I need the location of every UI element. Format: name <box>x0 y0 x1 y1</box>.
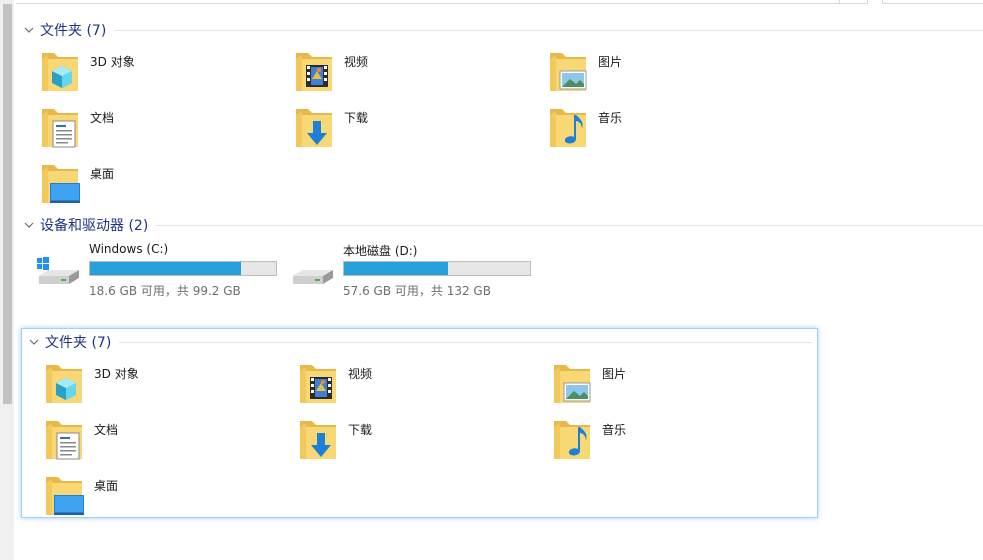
desktop-folder-icon <box>40 161 80 203</box>
folder-label: 文档 <box>94 423 119 437</box>
downloads-folder-icon <box>298 417 338 461</box>
folder-label: 下载 <box>348 423 373 437</box>
folder-item[interactable]: 桌面 <box>44 473 284 523</box>
3d-objects-folder-icon <box>44 361 84 405</box>
scrollbar-thumb[interactable] <box>3 4 12 404</box>
section-divider <box>114 29 983 31</box>
folder-item[interactable]: 视频 <box>294 49 534 99</box>
music-folder-icon <box>548 105 588 149</box>
section-title: 设备和驱动器 (2) <box>40 218 149 234</box>
navigation-scrollbar[interactable] <box>0 0 14 560</box>
folder-label: 图片 <box>602 367 627 381</box>
chevron-down-icon[interactable] <box>22 218 36 232</box>
drive-usage-bar <box>89 261 277 276</box>
chevron-down-icon[interactable] <box>22 23 36 37</box>
3d-objects-folder-icon <box>40 49 80 93</box>
section-header-drives[interactable]: 设备和驱动器 (2) <box>22 215 983 235</box>
drive-c[interactable]: Windows (C:) 18.6 GB 可用，共 99.2 GB <box>35 242 285 298</box>
pictures-folder-icon <box>552 361 591 405</box>
folder-label: 下载 <box>344 111 369 125</box>
toolbar-edge <box>0 0 983 4</box>
documents-folder-icon <box>40 105 80 148</box>
videos-folder-icon <box>298 361 338 405</box>
section-title: 文件夹 (7) <box>40 23 107 39</box>
folder-label: 图片 <box>598 55 623 69</box>
folder-item[interactable]: 音乐 <box>548 105 788 155</box>
address-bar[interactable] <box>16 0 840 4</box>
section-header-folders-2[interactable]: 文件夹 (7) <box>27 332 812 352</box>
folder-label: 3D 对象 <box>90 55 135 69</box>
refresh-button[interactable] <box>840 0 868 4</box>
folder-label: 音乐 <box>602 423 627 437</box>
folder-label: 视频 <box>344 55 369 69</box>
folder-label: 桌面 <box>90 167 115 181</box>
section-divider <box>119 341 812 343</box>
folder-item[interactable]: 3D 对象 <box>44 361 284 411</box>
folder-label: 音乐 <box>598 111 623 125</box>
folder-item[interactable]: 下载 <box>298 417 538 467</box>
folder-label: 桌面 <box>94 479 119 493</box>
section-title: 文件夹 (7) <box>45 335 112 351</box>
folder-label: 视频 <box>348 367 373 381</box>
drive-name: Windows (C:) <box>89 242 169 256</box>
folder-item[interactable]: 音乐 <box>552 417 792 467</box>
folder-label: 文档 <box>90 111 115 125</box>
folder-item[interactable]: 下载 <box>294 105 534 155</box>
section-header-folders[interactable]: 文件夹 (7) <box>22 20 983 40</box>
chevron-down-icon[interactable] <box>27 335 41 349</box>
drive-usage-fill <box>344 262 449 275</box>
desktop-folder-icon <box>44 473 84 515</box>
drive-d[interactable]: 本地磁盘 (D:) 57.6 GB 可用，共 132 GB <box>289 242 539 298</box>
folder-item[interactable]: 3D 对象 <box>40 49 280 99</box>
documents-folder-icon <box>44 417 84 460</box>
drive-space-info: 18.6 GB 可用，共 99.2 GB <box>89 284 241 298</box>
drive-name: 本地磁盘 (D:) <box>343 244 418 258</box>
drive-usage-bar <box>343 261 531 276</box>
folder-item[interactable]: 图片 <box>552 361 792 411</box>
section-divider <box>156 224 983 226</box>
windows-drive-icon <box>37 257 79 284</box>
folder-item[interactable]: 文档 <box>40 105 280 155</box>
folder-item[interactable]: 桌面 <box>40 161 280 211</box>
drive-usage-fill <box>90 262 241 275</box>
folder-item[interactable]: 文档 <box>44 417 284 467</box>
drive-space-info: 57.6 GB 可用，共 132 GB <box>343 284 491 298</box>
folder-label: 3D 对象 <box>94 367 139 381</box>
hard-drive-icon <box>293 270 333 284</box>
music-folder-icon <box>552 417 592 461</box>
pictures-folder-icon <box>548 49 587 93</box>
folder-item[interactable]: 图片 <box>548 49 788 99</box>
search-box[interactable] <box>882 0 983 4</box>
videos-folder-icon <box>294 49 334 93</box>
folder-item[interactable]: 视频 <box>298 361 538 411</box>
downloads-folder-icon <box>294 105 334 149</box>
